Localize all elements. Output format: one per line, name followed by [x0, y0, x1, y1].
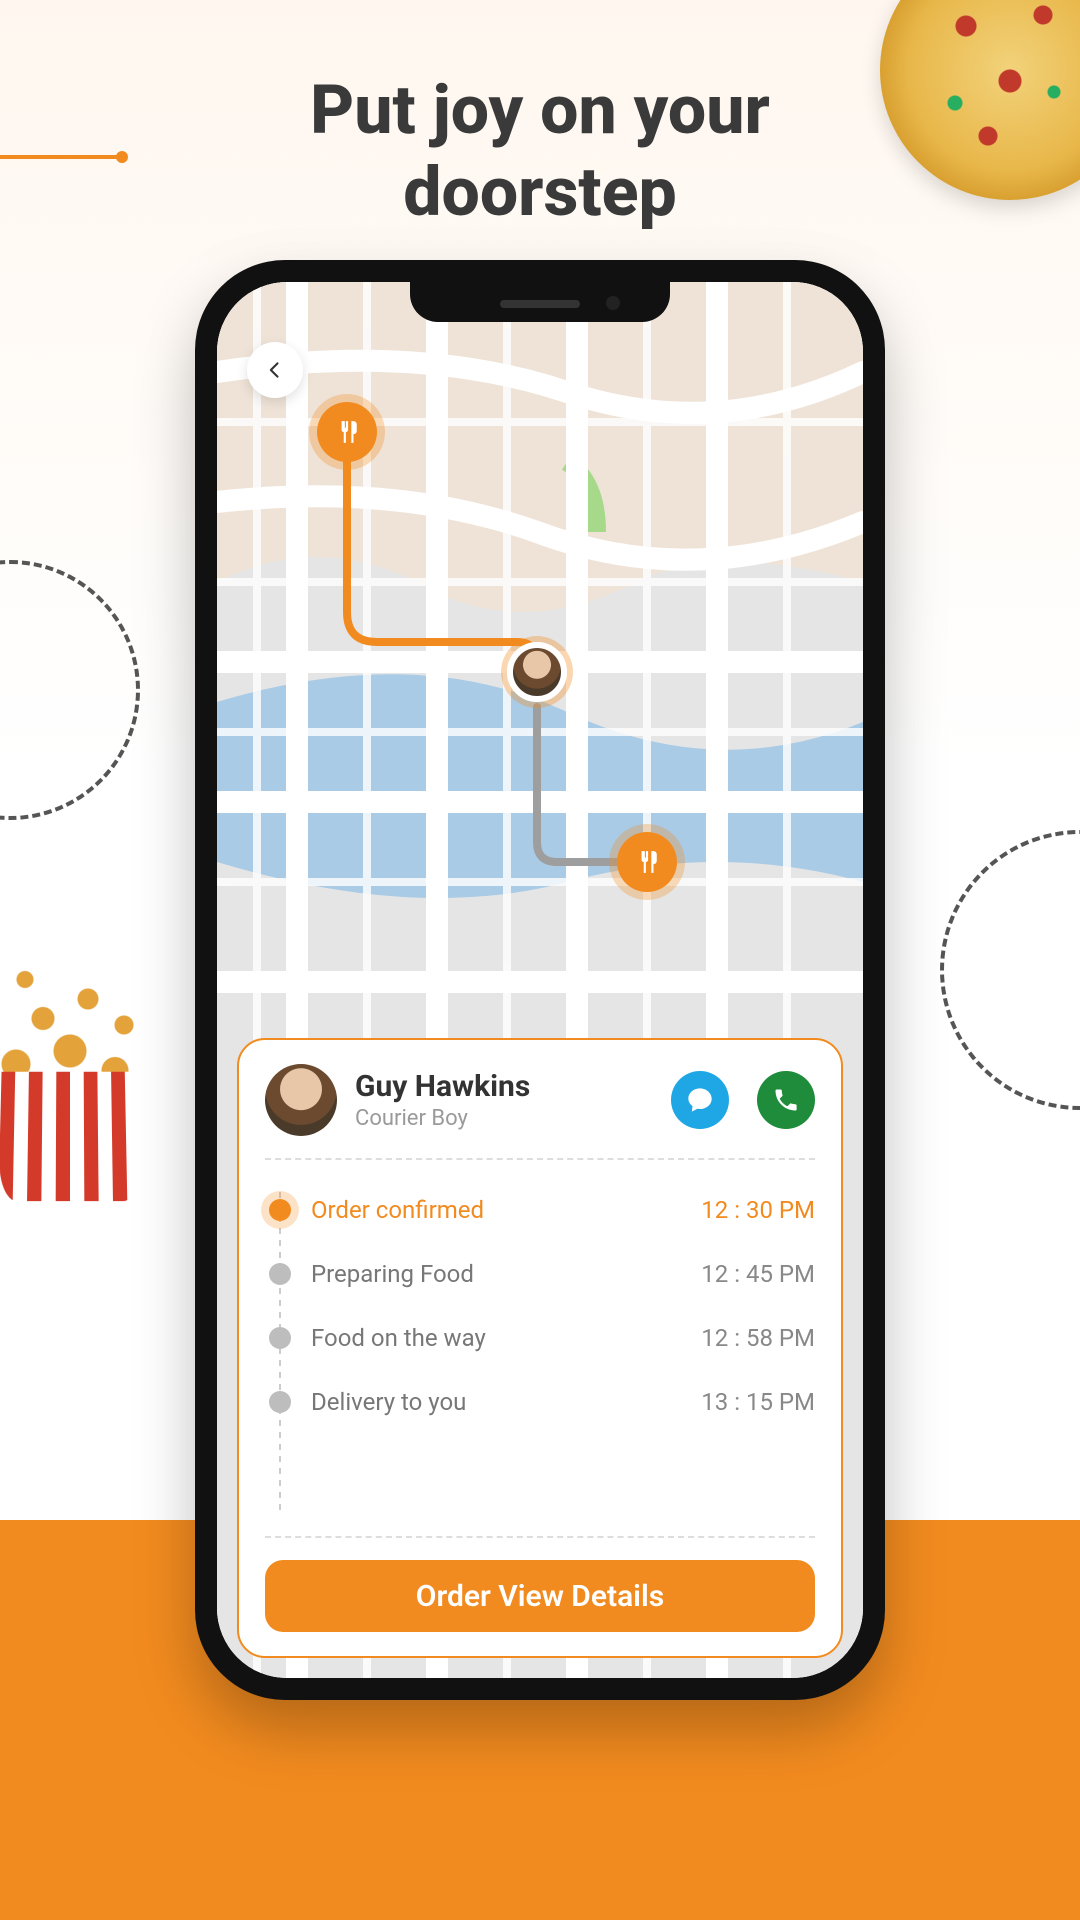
courier-role: Courier Boy	[355, 1106, 643, 1131]
call-button[interactable]	[757, 1071, 815, 1129]
step-time: 12 : 30 PM	[701, 1196, 815, 1224]
phone-screen: Guy Hawkins Courier Boy Order confirmed …	[217, 282, 863, 1678]
accent-line	[0, 155, 120, 159]
divider	[265, 1536, 815, 1538]
chevron-left-icon	[265, 360, 285, 380]
restaurant-pin[interactable]	[317, 402, 377, 462]
step-dot	[269, 1391, 291, 1413]
courier-avatar	[265, 1064, 337, 1136]
timeline-step: Food on the way 12 : 58 PM	[265, 1306, 815, 1370]
step-time: 13 : 15 PM	[701, 1388, 815, 1416]
dashed-circle-left	[0, 560, 140, 820]
step-time: 12 : 58 PM	[701, 1324, 815, 1352]
timeline-step: Delivery to you 13 : 15 PM	[265, 1370, 815, 1434]
step-dot	[269, 1327, 291, 1349]
timeline-step: Order confirmed 12 : 30 PM	[265, 1178, 815, 1242]
phone-frame: Guy Hawkins Courier Boy Order confirmed …	[195, 260, 885, 1700]
step-dot	[269, 1263, 291, 1285]
chat-button[interactable]	[671, 1071, 729, 1129]
chat-icon	[686, 1086, 714, 1114]
step-label: Preparing Food	[311, 1260, 681, 1288]
step-time: 12 : 45 PM	[701, 1260, 815, 1288]
courier-avatar-icon	[507, 642, 567, 702]
cta-label: Order View Details	[416, 1579, 664, 1614]
phone-icon	[772, 1086, 800, 1114]
divider	[265, 1158, 815, 1160]
utensils-icon	[334, 419, 360, 445]
order-status-sheet: Guy Hawkins Courier Boy Order confirmed …	[237, 1038, 843, 1658]
destination-pin[interactable]	[617, 832, 677, 892]
step-dot-active	[269, 1199, 291, 1221]
timeline-step: Preparing Food 12 : 45 PM	[265, 1242, 815, 1306]
courier-name: Guy Hawkins	[355, 1069, 643, 1104]
order-timeline: Order confirmed 12 : 30 PM Preparing Foo…	[265, 1178, 815, 1524]
dashed-circle-right	[940, 830, 1080, 1110]
headline-line1: Put joy on your	[310, 70, 770, 150]
step-label: Delivery to you	[311, 1388, 681, 1416]
step-label: Food on the way	[311, 1324, 681, 1352]
phone-notch	[410, 282, 670, 322]
courier-location-pin[interactable]	[507, 642, 567, 702]
timeline-connector	[279, 1192, 281, 1510]
step-label: Order confirmed	[311, 1196, 681, 1224]
courier-row: Guy Hawkins Courier Boy	[265, 1064, 815, 1136]
popcorn-decoration	[0, 940, 180, 1200]
order-view-details-button[interactable]: Order View Details	[265, 1560, 815, 1632]
headline-line2: doorstep	[403, 152, 677, 232]
utensils-icon	[634, 849, 660, 875]
back-button[interactable]	[247, 342, 303, 398]
